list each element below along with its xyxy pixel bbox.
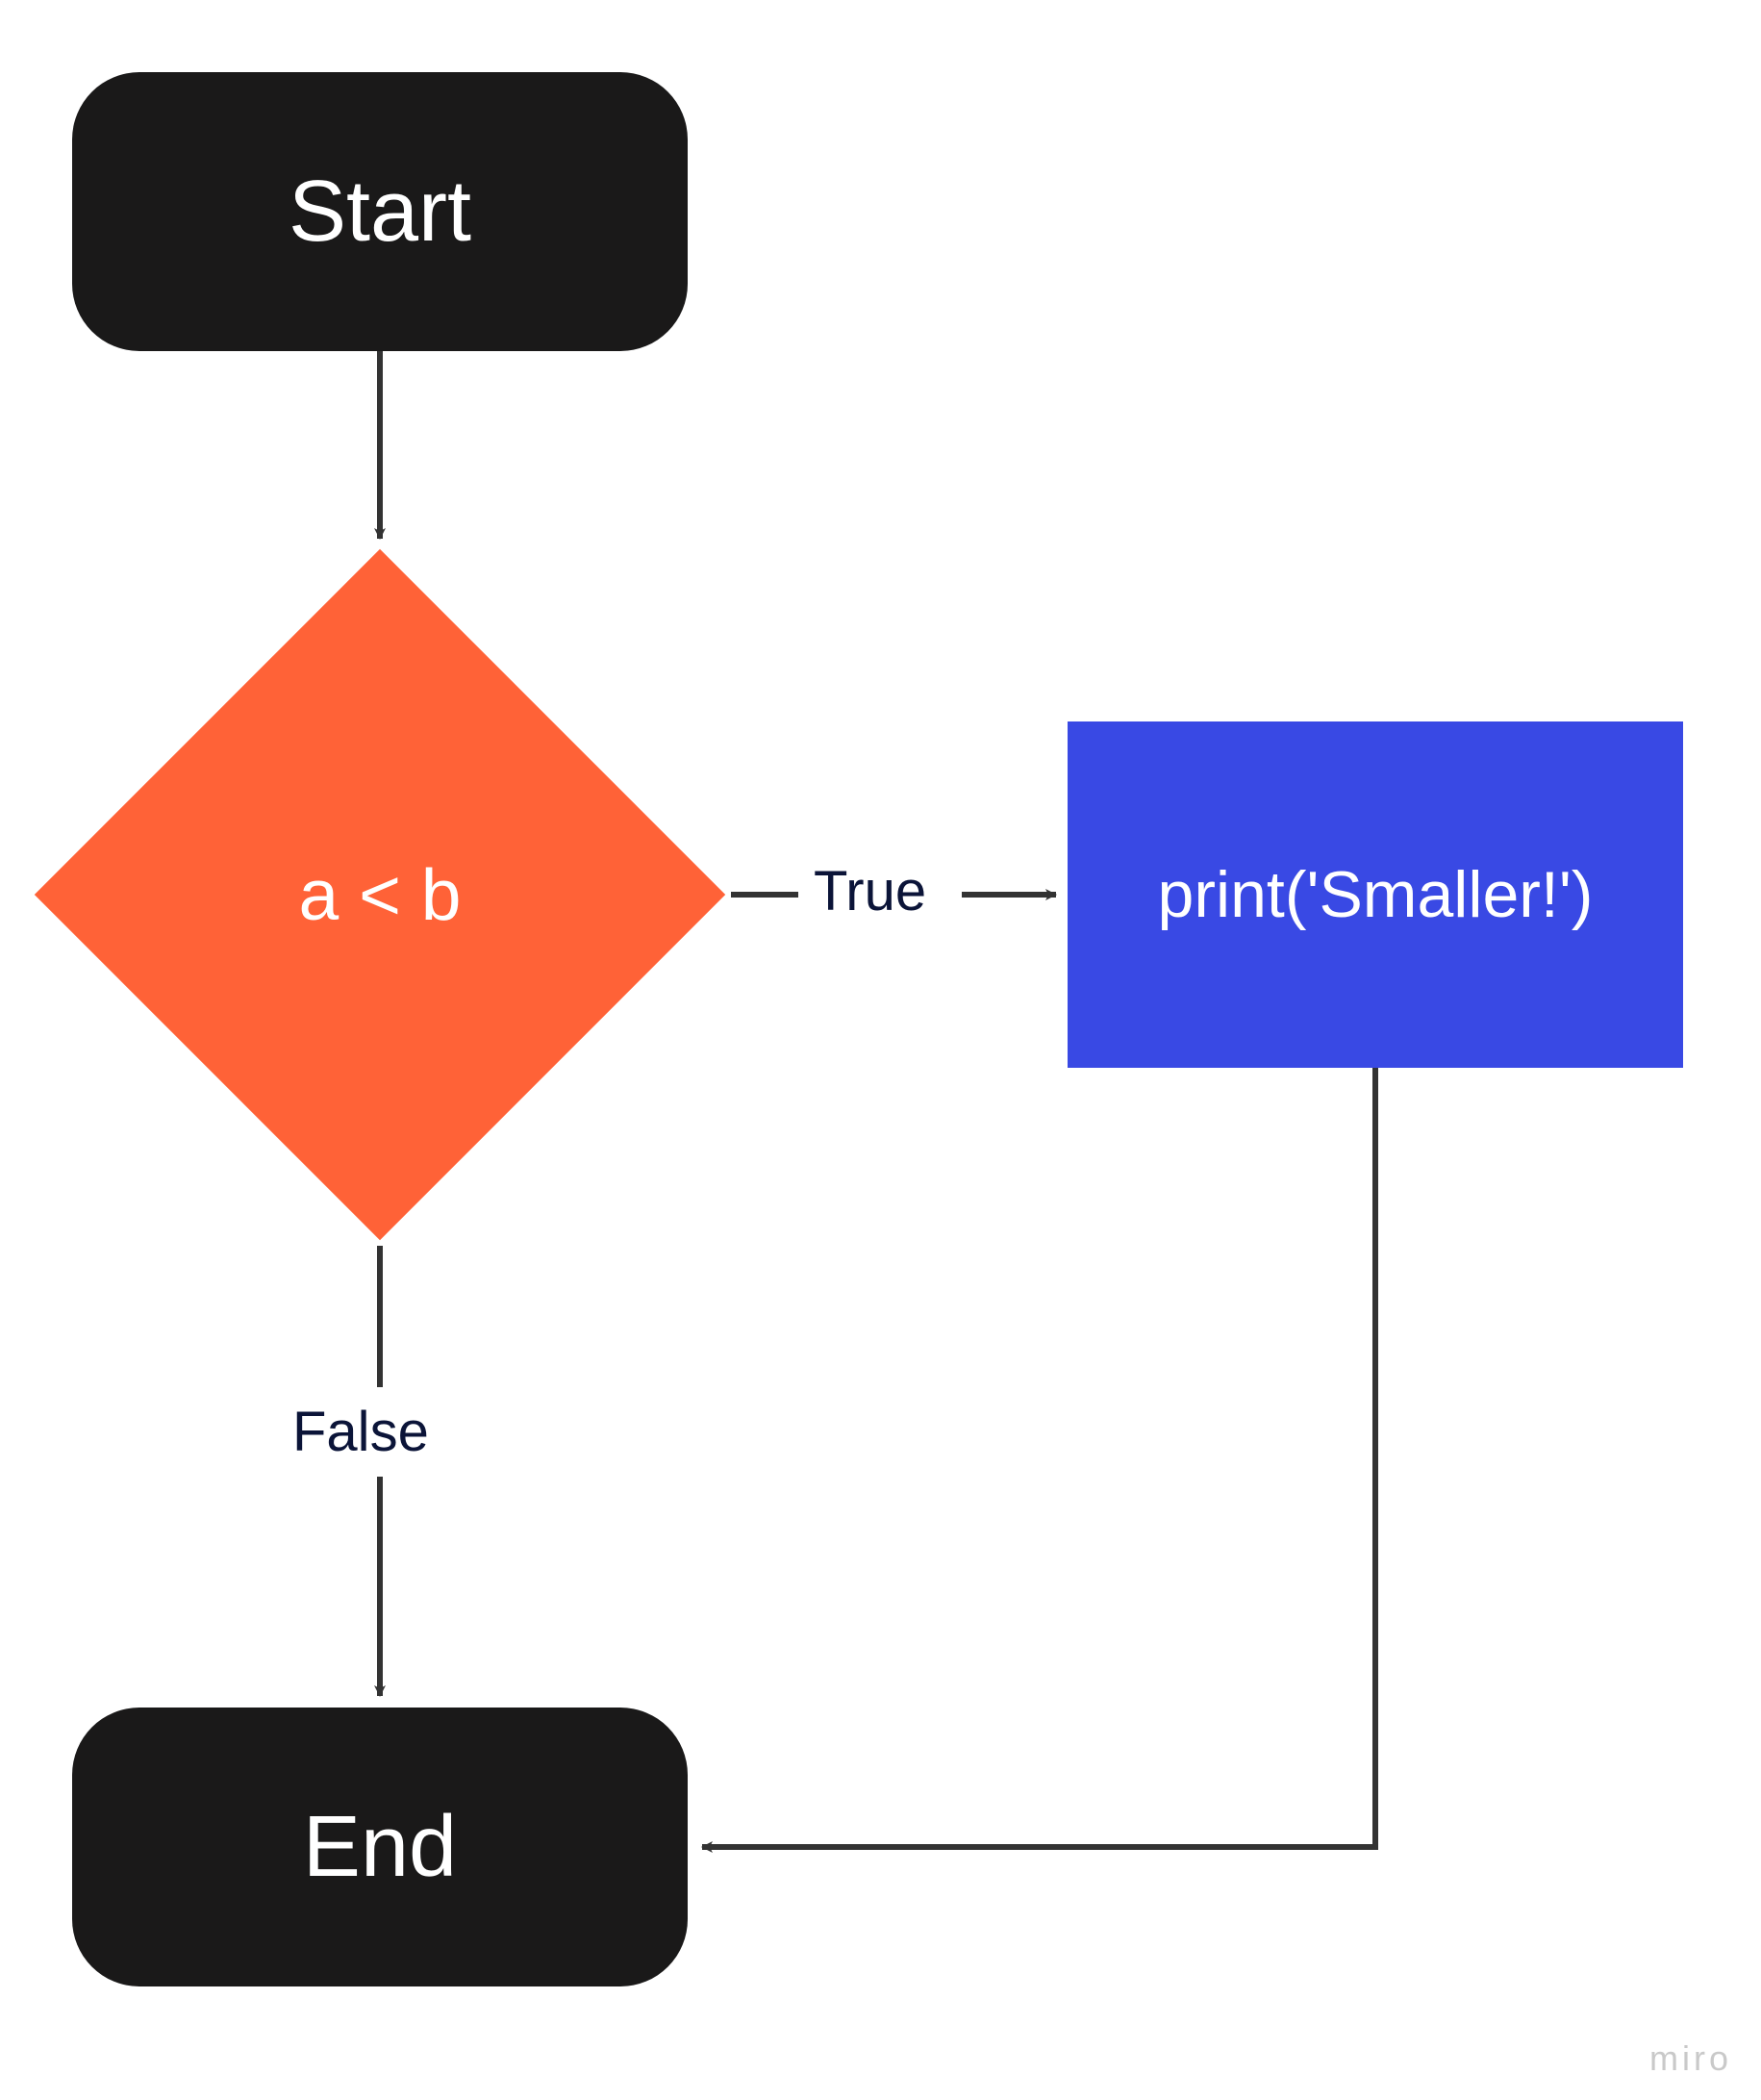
end-node[interactable]: End xyxy=(72,1708,688,1986)
start-node-label: Start xyxy=(289,163,471,262)
edge-process-to-end xyxy=(702,1068,1375,1847)
end-node-label: End xyxy=(303,1798,457,1897)
process-node-label: print('Smaller!') xyxy=(1158,857,1594,932)
decision-node-label: a < b xyxy=(34,548,726,1241)
edge-label-true: True xyxy=(810,859,930,923)
process-node[interactable]: print('Smaller!') xyxy=(1068,721,1683,1068)
edge-label-false: False xyxy=(289,1400,433,1464)
decision-node[interactable]: a < b xyxy=(34,548,726,1241)
start-node[interactable]: Start xyxy=(72,72,688,351)
watermark: miro xyxy=(1649,2038,1732,2079)
